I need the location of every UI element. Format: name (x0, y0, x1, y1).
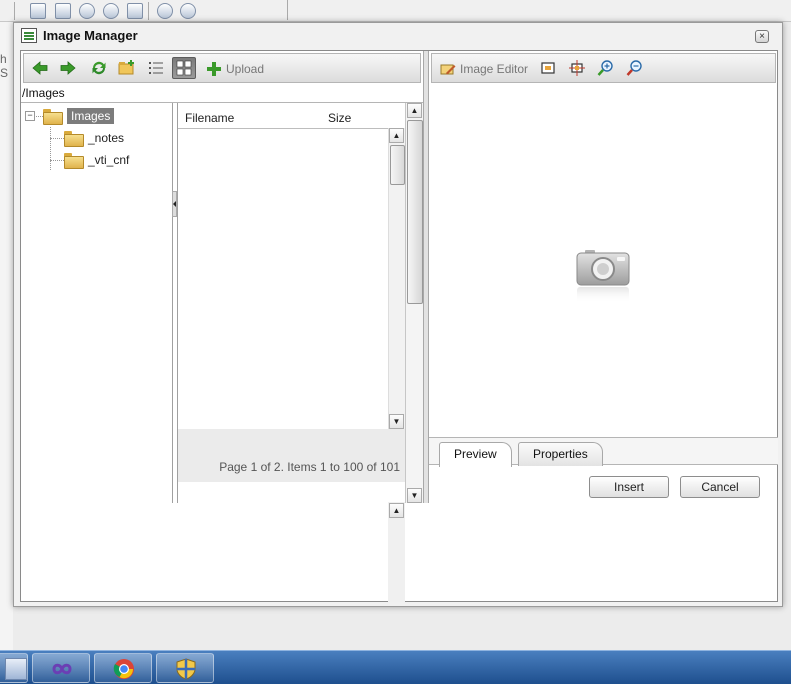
dialog-content: Upload /Images − Images _notes _vti_cnf … (20, 50, 778, 602)
pager-status: Page 1 of 2. Items 1 to 100 of 101 (219, 460, 400, 474)
file-browser-pane: Upload /Images − Images _notes _vti_cnf … (21, 51, 424, 602)
file-browser-toolbar: Upload (23, 53, 421, 83)
infinity-icon (52, 663, 72, 675)
lower-scrollbar[interactable]: ▲ (388, 502, 405, 602)
background-left-strip: h S (0, 22, 13, 650)
file-list-scrollbar[interactable]: ▲ ▼ (388, 128, 405, 429)
taskbar-button-app[interactable] (156, 653, 214, 683)
zoom-in-icon[interactable] (594, 57, 618, 79)
folder-icon (43, 109, 63, 125)
tab-strip: Preview Properties (429, 437, 778, 467)
new-folder-icon[interactable] (115, 57, 139, 79)
image-toolbar: Image Editor (431, 53, 776, 83)
tree-connector (50, 138, 64, 139)
tree-connector (50, 160, 64, 161)
tree-connector (36, 116, 43, 117)
scroll-up-arrow-icon[interactable]: ▲ (389, 128, 404, 143)
actual-size-icon[interactable] (565, 57, 589, 79)
folder-tree: − Images _notes _vti_cnf (21, 103, 173, 503)
abc-text-icon[interactable] (127, 3, 143, 19)
background-left-text: h S (0, 52, 9, 80)
thumbnail-view-icon[interactable] (172, 57, 196, 79)
toolbar-separator (287, 0, 288, 20)
tree-node-label: Images (67, 108, 115, 124)
column-header-size[interactable]: Size (328, 111, 351, 125)
tree-node-notes[interactable]: _notes (64, 129, 124, 147)
taskbar-button-explorer[interactable] (0, 653, 28, 683)
shield-icon (176, 658, 196, 680)
image-editor-label: Image Editor (460, 62, 529, 76)
tree-node-images[interactable]: Images (43, 107, 115, 125)
taskbar-button-chrome[interactable] (94, 653, 152, 683)
image-editor-button[interactable]: Image Editor (440, 58, 528, 80)
window-icon (5, 658, 27, 680)
pager: Page 1 of 2. Items 1 to 100 of 101 (178, 429, 424, 482)
folder-icon (64, 153, 84, 169)
tree-node-label: _vti_cnf (88, 153, 130, 167)
column-header-filename[interactable]: Filename (185, 111, 234, 125)
file-pane-scrollbar[interactable]: ▲ ▼ (405, 103, 424, 503)
folder-icon (64, 131, 84, 147)
tree-node-vti-cnf[interactable]: _vti_cnf (64, 151, 129, 169)
media-play-icon[interactable] (103, 3, 119, 19)
upload-label: Upload (226, 62, 265, 76)
fit-to-window-icon[interactable] (536, 57, 560, 79)
refresh-icon[interactable] (87, 57, 111, 79)
insert-button[interactable]: Insert (589, 476, 669, 498)
background-toolbar (0, 0, 791, 22)
flash-icon[interactable] (79, 3, 95, 19)
toolbar-separator (148, 2, 149, 20)
upload-button[interactable]: Upload (206, 58, 264, 80)
scroll-up-arrow-icon[interactable]: ▲ (389, 503, 404, 518)
cancel-button[interactable]: Cancel (680, 476, 760, 498)
close-button[interactable]: × (755, 30, 769, 43)
tab-preview[interactable]: Preview (439, 442, 512, 467)
unlink-icon[interactable] (180, 3, 196, 19)
file-list: Filename Size ▲ ▼ Page 1 of 2. Items 1 t… (177, 103, 424, 503)
camera-placeholder-icon (576, 250, 630, 303)
current-path: /Images (22, 86, 65, 100)
tree-connector (50, 127, 51, 170)
link-icon[interactable] (157, 3, 173, 19)
list-view-icon[interactable] (144, 57, 168, 79)
tree-node-label: _notes (88, 131, 125, 145)
dialog-title-bar[interactable]: Image Manager × (14, 23, 782, 49)
file-list-header: Filename Size (178, 103, 388, 129)
window-icon (21, 28, 37, 43)
pencil-image-icon (440, 64, 456, 75)
scrollbar-thumb[interactable] (407, 120, 423, 304)
document-icon[interactable] (55, 3, 71, 19)
tab-properties[interactable]: Properties (518, 442, 603, 466)
scroll-down-arrow-icon[interactable]: ▼ (389, 414, 404, 429)
preview-pane: Image Editor Preview Properties Insert C… (429, 51, 778, 602)
image-manager-dialog: Image Manager × Upload /Images − Images … (13, 22, 783, 607)
taskbar-button-visual-studio[interactable] (32, 653, 90, 683)
chrome-icon (113, 659, 134, 679)
plus-icon (207, 62, 221, 76)
collapse-toggle-icon[interactable]: − (25, 111, 35, 121)
back-arrow-icon[interactable] (28, 57, 52, 79)
zoom-out-icon[interactable] (623, 57, 647, 79)
toolbar-separator (14, 2, 15, 20)
image-preview-area (429, 84, 778, 437)
scroll-down-arrow-icon[interactable]: ▼ (407, 488, 422, 503)
dialog-title: Image Manager (43, 28, 138, 43)
scroll-up-arrow-icon[interactable]: ▲ (407, 103, 422, 118)
image-icon[interactable] (30, 3, 46, 19)
forward-arrow-icon[interactable] (56, 57, 80, 79)
scrollbar-thumb[interactable] (390, 145, 405, 185)
taskbar (0, 650, 791, 684)
